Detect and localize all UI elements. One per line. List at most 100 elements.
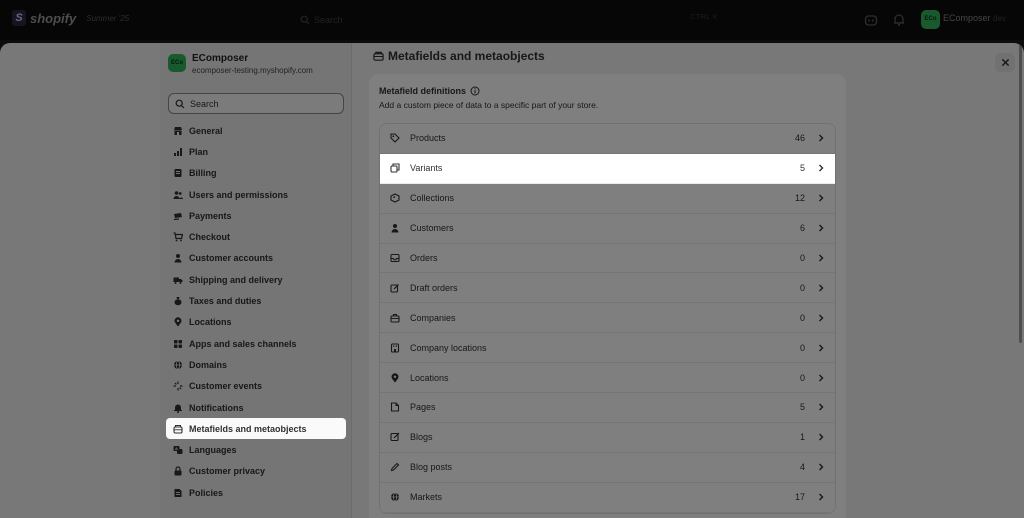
definition-row-pages[interactable]: Pages 5 (380, 393, 835, 423)
sidebar-item-label: Checkout (189, 232, 231, 243)
definition-row-blog-posts[interactable]: Blog posts 4 (380, 452, 835, 483)
definition-row-variants[interactable]: Variants 5 (380, 153, 835, 184)
sidebar-item-customer-accounts[interactable]: Customer accounts (166, 248, 346, 269)
sidebar-item-general[interactable]: General (166, 120, 346, 141)
sidebar-item-payments[interactable]: Payments (166, 205, 346, 226)
brand-name: shopify (30, 10, 77, 26)
definition-row-collections[interactable]: Collections 12 (380, 183, 835, 214)
section-title: Metafield definitions (379, 86, 480, 96)
store-menu-name[interactable]: EComposer (943, 13, 991, 23)
sidebar-item-apps-and-sales-channels[interactable]: Apps and sales channels (166, 333, 346, 354)
shopify-bag-icon: S (12, 10, 26, 26)
sidebar-item-domains[interactable]: Domains (166, 354, 346, 375)
definition-row-company-locations[interactable]: Company locations 0 (380, 333, 835, 364)
policies-icon (174, 488, 182, 497)
company-location-icon (390, 343, 400, 353)
tax-icon (174, 297, 182, 306)
chevron-right-icon (819, 433, 824, 441)
sidekick-icon[interactable] (863, 12, 879, 28)
globe-icon (174, 360, 182, 370)
search-icon (300, 15, 310, 25)
chevron-right-icon (819, 344, 824, 352)
definition-count: 5 (799, 402, 805, 413)
svg-text:A: A (175, 446, 178, 451)
info-icon[interactable] (470, 86, 480, 96)
chevron-right-icon (819, 374, 824, 382)
company-icon (390, 313, 400, 323)
definition-row-companies[interactable]: Companies 0 (380, 303, 835, 334)
sidebar-item-shipping-and-delivery[interactable]: Shipping and delivery (166, 269, 346, 290)
sidebar-item-customer-privacy[interactable]: Customer privacy (166, 461, 346, 482)
chevron-right-icon (819, 254, 824, 262)
definition-count: 46 (794, 133, 805, 144)
sidebar-item-taxes-and-duties[interactable]: Taxes and duties (166, 290, 346, 311)
global-search[interactable]: Search CTRL K (300, 11, 724, 29)
sidebar-item-billing[interactable]: Billing (166, 163, 346, 184)
location-icon (391, 372, 399, 383)
definition-count: 0 (799, 342, 805, 353)
sidebar-item-label: Users and permissions (189, 189, 289, 200)
section-description: Add a custom piece of data to a specific… (379, 100, 599, 110)
chevron-right-icon (819, 224, 824, 232)
definition-label: Draft orders (410, 282, 458, 293)
sidebar-item-checkout[interactable]: Checkout (166, 226, 346, 247)
store-avatar[interactable]: ECo (921, 10, 940, 29)
sidebar-item-metafields-and-metaobjects[interactable]: Metafields and metaobjects (166, 418, 346, 440)
lock-icon (174, 466, 182, 476)
definition-row-products[interactable]: Products 46 (380, 124, 835, 154)
sidebar-item-label: Apps and sales channels (189, 338, 297, 349)
events-icon (173, 381, 183, 391)
settings-modal: ECo EComposer ecomposer-testing.myshopif… (0, 43, 1024, 518)
definition-row-blogs[interactable]: Blogs 1 (380, 422, 835, 453)
modal-scrollbar[interactable] (1019, 43, 1022, 343)
close-icon (1001, 58, 1009, 67)
sidebar-item-languages[interactable]: A Languages (166, 439, 346, 460)
pencil-icon (390, 462, 400, 472)
chevron-right-icon (819, 134, 824, 142)
sidebar-item-notifications[interactable]: Notifications (166, 397, 346, 418)
chevron-right-icon (819, 284, 824, 292)
settings-sidebar: ECo EComposer ecomposer-testing.myshopif… (160, 43, 352, 518)
sidebar-item-label: Languages (189, 445, 237, 456)
sidebar-item-label: Notifications (189, 402, 244, 413)
definition-row-locations[interactable]: Locations 0 (380, 363, 835, 394)
sidebar-item-locations[interactable]: Locations (166, 312, 346, 333)
store-name: EComposer (192, 53, 249, 64)
definition-row-orders[interactable]: Orders 0 (380, 243, 835, 274)
definition-row-markets[interactable]: Markets 17 (380, 482, 835, 513)
section-title-text: Metafield definitions (379, 86, 467, 96)
plan-icon (174, 147, 182, 156)
metafields-icon (373, 51, 384, 61)
truck-icon (173, 277, 183, 284)
definition-count: 4 (799, 462, 805, 473)
definition-label: Products (410, 133, 446, 144)
definitions-list: Products 46 Variants 5 Collections 12 Customer… (379, 123, 836, 514)
settings-search-input[interactable] (190, 98, 330, 109)
definition-count: 0 (799, 312, 805, 323)
edition-label: Summer '25 (86, 14, 130, 23)
sidebar-item-users-and-permissions[interactable]: Users and permissions (166, 184, 346, 205)
shopify-logo[interactable]: S shopify Summer '25 (12, 10, 129, 26)
sidebar-item-label: Locations (189, 317, 232, 328)
sidebar-item-plan[interactable]: Plan (166, 141, 346, 162)
sidebar-item-customer-events[interactable]: Customer events (166, 376, 346, 397)
chevron-right-icon (819, 164, 824, 172)
definition-row-draft-orders[interactable]: Draft orders 0 (380, 273, 835, 304)
sidebar-item-label: General (189, 125, 223, 136)
sidebar-item-label: Customer events (189, 381, 263, 392)
variants-icon (390, 163, 400, 173)
definition-label: Collections (410, 193, 455, 204)
chevron-right-icon (819, 463, 824, 471)
store-env-label: dev (993, 14, 1006, 23)
search-shortcut: CTRL K (690, 14, 718, 21)
definition-label: Markets (410, 492, 443, 503)
sidebar-item-policies[interactable]: Policies (166, 482, 346, 503)
bell-icon[interactable] (891, 12, 907, 28)
page-icon (390, 402, 400, 413)
definition-row-customers[interactable]: Customers 6 (380, 213, 835, 244)
store-icon (174, 126, 182, 135)
definition-count: 0 (799, 253, 805, 263)
chevron-right-icon (819, 194, 824, 202)
settings-search-box[interactable] (168, 93, 344, 114)
close-modal-button[interactable] (995, 53, 1015, 72)
